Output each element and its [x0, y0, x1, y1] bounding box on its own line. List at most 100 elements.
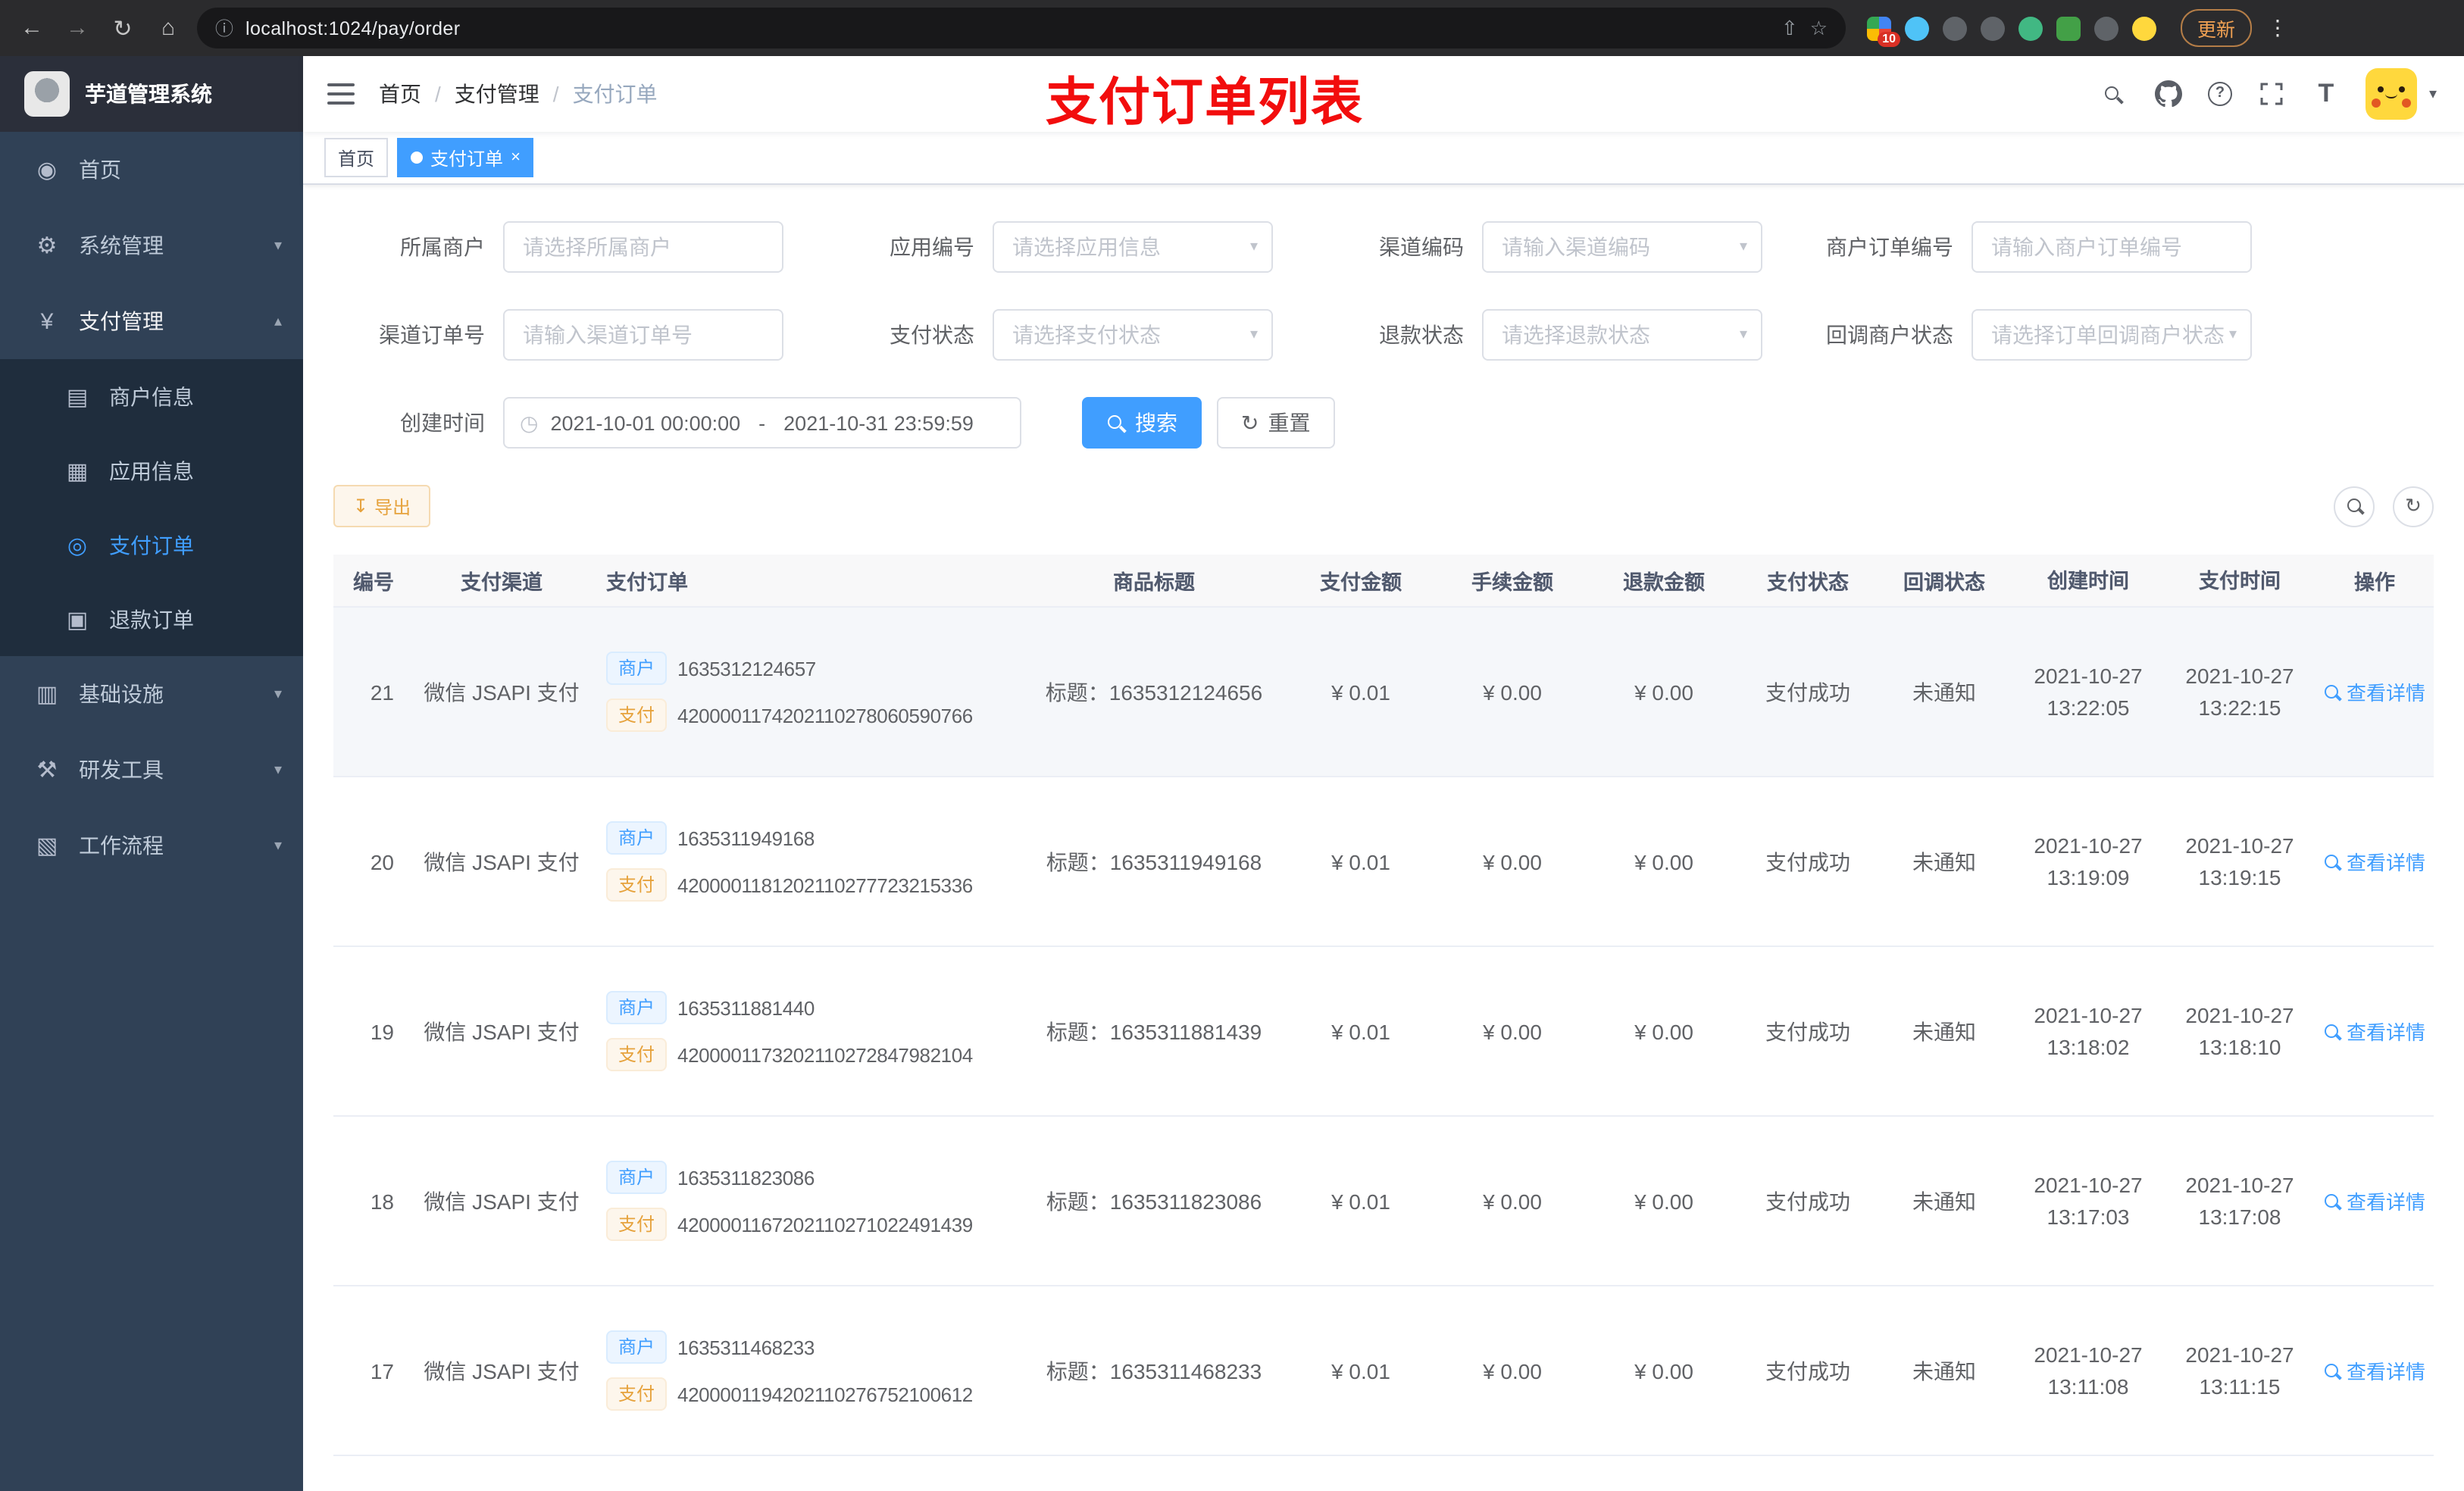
- view-detail-link[interactable]: 查看详情: [2324, 677, 2425, 706]
- cell-create-time: 2021-10-27 13:22:05: [2034, 663, 2143, 719]
- back-icon[interactable]: ←: [15, 15, 48, 41]
- browser-menu-icon[interactable]: ⋮: [2267, 15, 2288, 41]
- reset-icon: ↻: [1241, 410, 1259, 434]
- merchant-tag: 商户: [606, 1161, 668, 1194]
- profile-avatar-icon[interactable]: [2132, 16, 2156, 40]
- app-logo[interactable]: 芋道管理系统: [0, 56, 303, 132]
- extension-icon-1[interactable]: 10: [1867, 16, 1900, 46]
- filter-notify-status: 回调商户状态 ▾: [1802, 309, 2252, 361]
- fullscreen-icon[interactable]: [2256, 79, 2287, 109]
- address-bar[interactable]: ⓘ localhost:1024/pay/order ⇧ ☆: [197, 8, 1846, 48]
- cell-fee-amount: [1437, 1456, 1588, 1491]
- merchant-order-no: 1635311823086: [677, 1166, 815, 1189]
- sidebar-item-workflow[interactable]: ▧ 工作流程 ▾: [0, 808, 303, 883]
- caret-down-icon[interactable]: ▾: [2429, 86, 2437, 102]
- github-icon[interactable]: [2153, 79, 2184, 109]
- extension-icon-7[interactable]: [2094, 16, 2118, 40]
- font-size-icon[interactable]: T: [2311, 79, 2341, 109]
- cell-refund-amount: [1588, 1456, 1740, 1491]
- search-icon: [1106, 413, 1126, 433]
- view-detail-link[interactable]: 查看详情: [2324, 1186, 2425, 1215]
- pay-order-no: 4200001181202110277723215336: [677, 874, 973, 896]
- cell-fee-amount: ¥ 0.00: [1483, 1189, 1542, 1213]
- filter-merchant-order: 商户订单编号: [1802, 221, 2252, 273]
- extension-icon-4[interactable]: [1981, 16, 2005, 40]
- tag-home[interactable]: 首页: [324, 138, 389, 177]
- cell-title: 标题：1635311949168: [1046, 849, 1262, 874]
- col-notify-status: 回调状态: [1903, 571, 1985, 594]
- share-icon[interactable]: ⇧: [1781, 16, 1798, 40]
- browser-update-button[interactable]: 更新: [2181, 9, 2253, 47]
- sidebar-item-home[interactable]: ◉ 首页: [0, 132, 303, 208]
- channel-code-select[interactable]: [1482, 221, 1762, 273]
- breadcrumb-home[interactable]: 首页: [379, 79, 421, 109]
- table-row: 18 微信 JSAPI 支付 商户 1635311823086 支付 42000…: [333, 1117, 2434, 1286]
- user-avatar[interactable]: [2365, 68, 2417, 120]
- notify-status-select[interactable]: [1972, 309, 2252, 361]
- cell-notify-status: 未通知: [1912, 1019, 1976, 1043]
- help-icon[interactable]: ?: [2207, 82, 2232, 106]
- view-detail-label: 查看详情: [2346, 1021, 2425, 1044]
- cell-create-time: 2021-10-27 13:19:09: [2034, 833, 2143, 889]
- sidebar-item-label: 首页: [79, 158, 121, 182]
- sidebar-toggle-icon[interactable]: [303, 56, 379, 132]
- merchant-order-no: 1635311949168: [677, 827, 815, 849]
- cell-channel: 微信 JSAPI 支付: [424, 1358, 580, 1383]
- sidebar-item-merchant-info[interactable]: ▤ 商户信息: [0, 359, 303, 433]
- extension-icon-6[interactable]: [2056, 16, 2081, 40]
- extension-icon-5[interactable]: [2018, 16, 2043, 40]
- search-button[interactable]: 搜索: [1082, 397, 1202, 449]
- cell-create-time: 2021-10-27 13:11:08: [2034, 1342, 2143, 1398]
- forward-icon[interactable]: →: [61, 15, 94, 41]
- active-dot-icon: [411, 152, 424, 164]
- export-button[interactable]: ↧ 导出: [333, 485, 431, 527]
- breadcrumb-separator: /: [552, 82, 559, 106]
- merchant-tag: 商户: [606, 1330, 668, 1364]
- create-time-range[interactable]: ◷ 2021-10-01 00:00:00 - 2021-10-31 23:59…: [503, 397, 1021, 449]
- cell-action: 查看详情: [2315, 1117, 2434, 1285]
- reset-button[interactable]: ↻ 重置: [1217, 397, 1335, 449]
- view-detail-link[interactable]: 查看详情: [2324, 847, 2425, 876]
- sidebar-item-system[interactable]: ⚙ 系统管理 ▾: [0, 208, 303, 283]
- app-select[interactable]: [993, 221, 1273, 273]
- search-toggle-button[interactable]: [2334, 486, 2375, 527]
- merchant-order-input[interactable]: [1972, 221, 2252, 273]
- breadcrumb-pay[interactable]: 支付管理: [455, 79, 539, 109]
- bookmark-star-icon[interactable]: ☆: [1810, 16, 1828, 40]
- home-icon[interactable]: ⌂: [152, 15, 185, 41]
- cell-fee-amount: ¥ 0.00: [1483, 849, 1542, 874]
- sidebar-item-pay[interactable]: ¥ 支付管理 ▴: [0, 283, 303, 359]
- cell-channel: 微信 JSAPI 支付: [424, 1019, 580, 1043]
- close-icon[interactable]: ×: [511, 148, 521, 167]
- pay-order-no: 4200001174202110278060590766: [677, 704, 973, 727]
- cell-title: 标题：1635311468233: [1046, 1358, 1262, 1383]
- sidebar-item-infra[interactable]: ▥ 基础设施 ▾: [0, 656, 303, 732]
- workflow-icon: ▧: [36, 833, 58, 859]
- merchant-tag: 商户: [606, 652, 668, 685]
- tag-pay-order[interactable]: 支付订单 ×: [397, 138, 534, 177]
- sidebar-item-app-info[interactable]: ▦ 应用信息: [0, 433, 303, 508]
- merchant-order-no: 1635311468233: [677, 1336, 815, 1358]
- sidebar-item-devtools[interactable]: ⚒ 研发工具 ▾: [0, 732, 303, 808]
- site-info-icon[interactable]: ⓘ: [215, 15, 233, 41]
- merchant-select[interactable]: [503, 221, 783, 273]
- merchant-order-no: 1635312124657: [677, 657, 816, 680]
- browser-toolbar: ← → ↻ ⌂ ⓘ localhost:1024/pay/order ⇧ ☆ 1…: [0, 0, 2464, 56]
- sidebar-item-refund-order[interactable]: ▣ 退款订单: [0, 582, 303, 656]
- channel-order-input[interactable]: [503, 309, 783, 361]
- refresh-button[interactable]: ↻: [2393, 486, 2434, 527]
- table-row: 17 微信 JSAPI 支付 商户 1635311468233 支付 42000…: [333, 1286, 2434, 1456]
- extension-icon-2[interactable]: [1905, 16, 1929, 40]
- reload-icon[interactable]: ↻: [106, 14, 139, 42]
- pay-status-select[interactable]: [993, 309, 1273, 361]
- extension-icon-3[interactable]: [1943, 16, 1967, 40]
- sidebar-item-pay-order[interactable]: ◎ 支付订单: [0, 508, 303, 582]
- view-detail-link[interactable]: 查看详情: [2324, 1017, 2425, 1046]
- cell-notify-status: 未通知: [1912, 680, 1976, 704]
- refund-status-select[interactable]: [1482, 309, 1762, 361]
- view-detail-link[interactable]: 查看详情: [2324, 1356, 2425, 1385]
- search-icon[interactable]: [2099, 79, 2129, 109]
- search-icon: [2345, 497, 2363, 515]
- merchant-order-no: 1635311881440: [677, 996, 815, 1019]
- sidebar-item-label: 研发工具: [79, 758, 164, 782]
